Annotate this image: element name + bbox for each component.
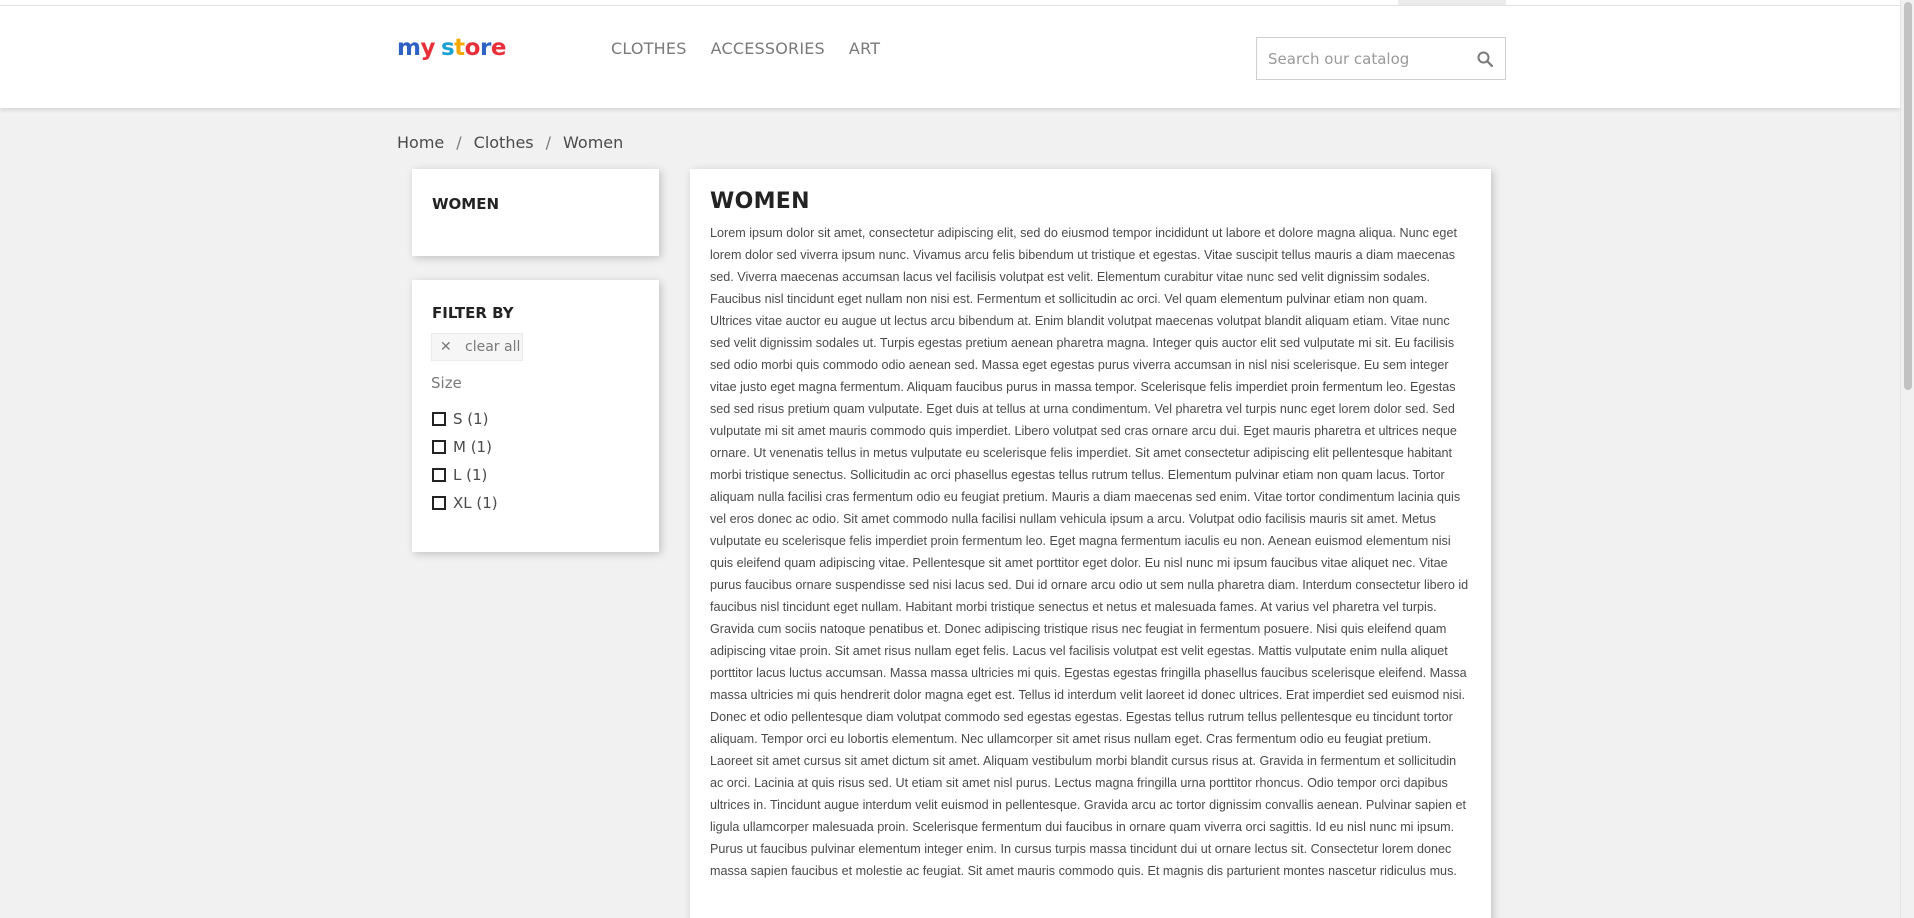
nav-item-clothes[interactable]: CLOTHES xyxy=(611,39,687,58)
facet-option-m[interactable]: M (1) xyxy=(432,433,498,461)
logo-letter: s xyxy=(440,35,455,61)
main-nav: CLOTHES ACCESSORIES ART xyxy=(611,39,880,58)
nav-item-art[interactable]: ART xyxy=(849,39,880,58)
scrollbar-thumb[interactable] xyxy=(1904,2,1912,390)
logo-letter: r xyxy=(479,35,491,61)
search-icon[interactable] xyxy=(1476,50,1494,68)
top-strip-tab xyxy=(1398,0,1506,5)
breadcrumb-separator: / xyxy=(456,133,462,152)
clear-all-button[interactable]: ✕ clear all xyxy=(431,333,523,361)
checkbox[interactable] xyxy=(432,440,446,454)
facet-list-size: S (1) M (1) L (1) XL (1) xyxy=(432,405,498,517)
facet-option-label: M (1) xyxy=(453,438,492,456)
facet-option-label: XL (1) xyxy=(453,494,498,512)
category-description: Lorem ipsum dolor sit amet, consectetur … xyxy=(710,226,1469,878)
logo-letter: t xyxy=(454,35,465,61)
facet-option-label: L (1) xyxy=(453,466,488,484)
facet-option-xl[interactable]: XL (1) xyxy=(432,489,498,517)
page-title: WOMEN xyxy=(710,189,810,214)
breadcrumb-separator: / xyxy=(545,133,552,152)
page-scrollbar[interactable] xyxy=(1900,0,1914,918)
facet-label-size: Size xyxy=(431,374,462,392)
facet-option-l[interactable]: L (1) xyxy=(432,461,498,489)
facet-option-s[interactable]: S (1) xyxy=(432,405,498,433)
clear-all-label: clear all xyxy=(465,339,521,355)
search-box xyxy=(1256,37,1506,80)
nav-item-accessories[interactable]: ACCESSORIES xyxy=(711,39,825,58)
filter-block: FILTER BY ✕ clear all Size S (1) M (1) L… xyxy=(412,280,659,552)
breadcrumb-home[interactable]: Home xyxy=(397,133,444,152)
close-icon: ✕ xyxy=(440,339,452,355)
search-input[interactable] xyxy=(1257,38,1457,79)
logo-letter: y xyxy=(420,35,435,61)
breadcrumb-women[interactable]: Women xyxy=(563,133,623,152)
logo-letter: e xyxy=(490,35,507,61)
store-logo[interactable]: my store xyxy=(397,35,506,61)
checkbox[interactable] xyxy=(432,412,446,426)
category-title[interactable]: WOMEN xyxy=(432,195,499,213)
breadcrumb-clothes[interactable]: Clothes xyxy=(474,133,534,152)
site-header: my store CLOTHES ACCESSORIES ART xyxy=(0,6,1900,108)
facet-option-label: S (1) xyxy=(453,410,489,428)
checkbox[interactable] xyxy=(432,496,446,510)
breadcrumb: Home / Clothes / Women xyxy=(397,133,623,152)
logo-letter: o xyxy=(464,35,481,61)
filter-title: FILTER BY xyxy=(432,304,514,322)
checkbox[interactable] xyxy=(432,468,446,482)
category-content: WOMEN Lorem ipsum dolor sit amet, consec… xyxy=(690,169,1491,918)
logo-letter: m xyxy=(397,35,421,61)
category-tree-block: WOMEN xyxy=(412,169,659,256)
